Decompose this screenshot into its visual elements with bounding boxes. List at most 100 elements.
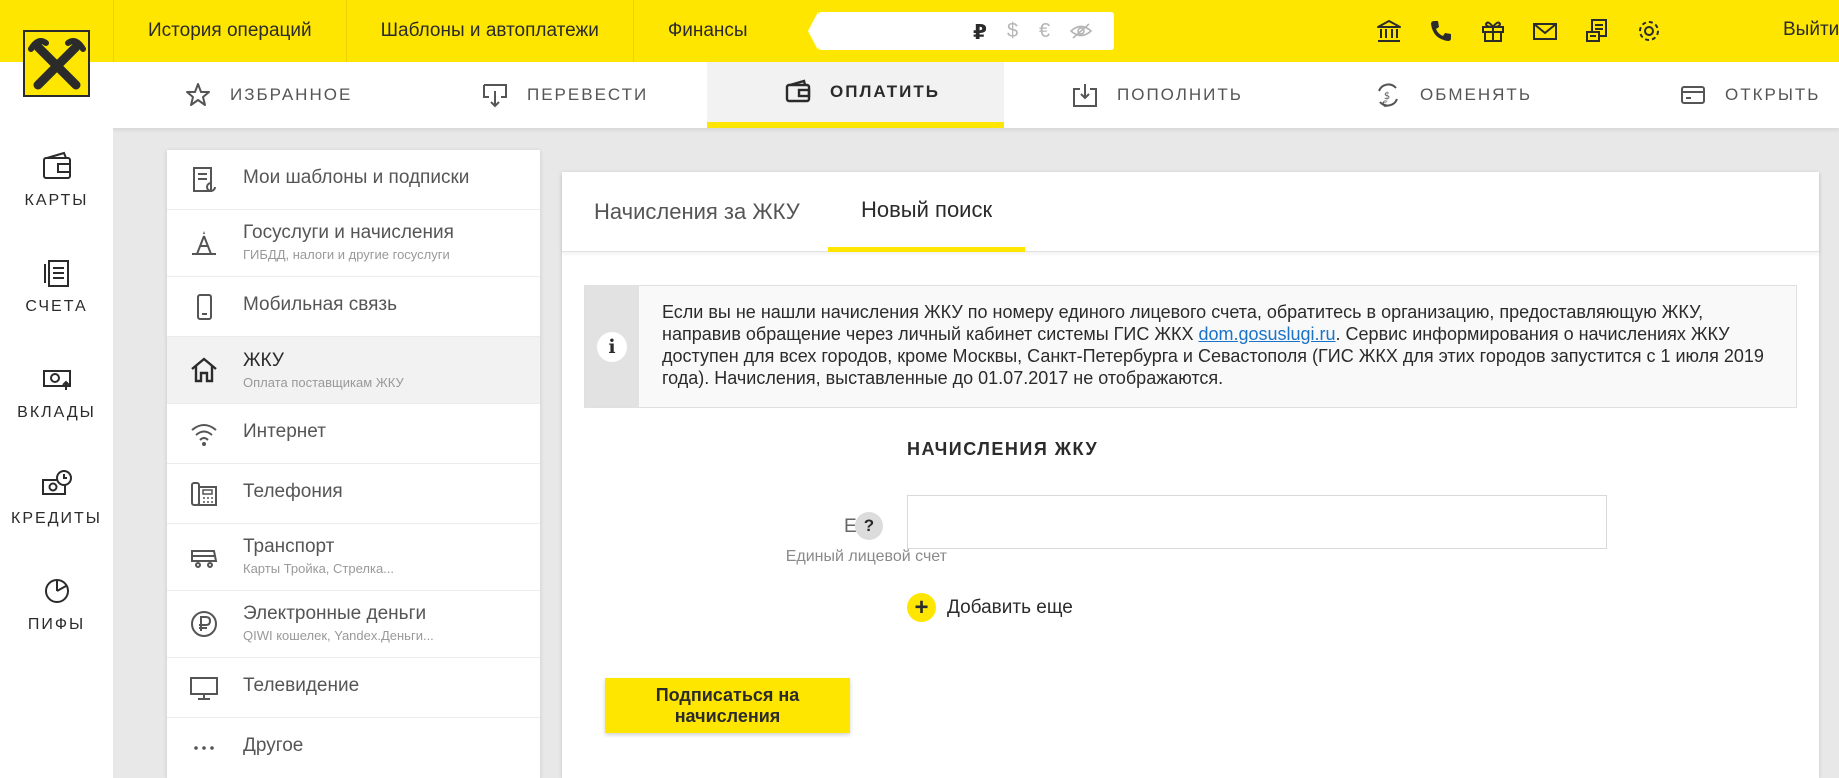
category-title: Госуслуги и начисления: [243, 222, 454, 243]
cards-icon: [42, 151, 71, 179]
category-transport[interactable]: Транспорт Карты Тройка, Стрелка...: [167, 524, 540, 591]
left-rail: КАРТЫ СЧЕТА ВКЛАДЫ КРЕДИТЫ ПИФЫ: [0, 128, 113, 778]
transfer-icon: [483, 84, 507, 108]
currency-rub[interactable]: ₽: [973, 20, 987, 45]
category-subtitle: ГИБДД, налоги и другие госуслуги: [243, 247, 450, 262]
rail-credits-label: КРЕДИТЫ: [11, 510, 102, 527]
mail-icon[interactable]: [1519, 0, 1571, 62]
credits-icon: [41, 470, 72, 495]
category-templates[interactable]: Мои шаблоны и подписки: [167, 150, 540, 210]
hide-balance-icon[interactable]: [1069, 22, 1093, 46]
tab-new-search[interactable]: Новый поиск: [828, 172, 1026, 252]
category-zhku[interactable]: ЖКУ Оплата поставщикам ЖКУ: [167, 337, 540, 404]
category-gosuslugi[interactable]: Госуслуги и начисления ГИБДД, налоги и др…: [167, 210, 540, 277]
action-open-label: ОТКРЫТЬ: [1725, 85, 1821, 104]
card-icon: [1681, 86, 1705, 104]
nav-finance[interactable]: Финансы: [632, 0, 782, 62]
zhku-tabs: Начисления за ЖКУ Новый поиск: [562, 172, 1819, 252]
phone-icon[interactable]: [1415, 0, 1467, 62]
action-transfer[interactable]: ПЕРЕВЕСТИ: [481, 62, 648, 128]
add-more-button[interactable]: + Добавить еще: [907, 593, 1073, 622]
gift-icon[interactable]: [1467, 0, 1519, 62]
train-icon: [191, 550, 218, 568]
category-title: Электронные деньги: [243, 603, 427, 624]
action-topup[interactable]: ПОПОЛНИТЬ: [1071, 62, 1243, 128]
category-title: Транспорт: [243, 536, 335, 557]
action-bar: ИЗБРАННОЕ ПЕРЕВЕСТИ ОПЛАТИТЬ ПОПОЛНИТЬ $…: [0, 62, 1839, 128]
more-dots-icon: [194, 746, 214, 750]
category-title: Интернет: [243, 421, 326, 442]
rail-deposits[interactable]: ВКЛАДЫ: [0, 362, 113, 422]
logout-link[interactable]: Выйти: [1783, 19, 1839, 41]
info-icon: i: [597, 331, 627, 362]
category-subtitle: QIWI кошелек, Yandex.Деньги...: [243, 628, 434, 643]
action-favorites[interactable]: ИЗБРАННОЕ: [184, 62, 352, 128]
rail-funds[interactable]: ПИФЫ: [0, 574, 113, 634]
gosuslugi-link[interactable]: dom.gosuslugi.ru: [1198, 324, 1335, 344]
action-favorites-label: ИЗБРАННОЕ: [230, 85, 353, 104]
documents-icon[interactable]: [1571, 0, 1623, 62]
action-exchange-label: ОБМЕНЯТЬ: [1420, 85, 1532, 104]
exchange-icon: $€: [1378, 83, 1398, 109]
gear-icon[interactable]: [1623, 0, 1675, 62]
tab-charges[interactable]: Начисления за ЖКУ: [594, 172, 800, 252]
currency-usd[interactable]: $: [1007, 20, 1018, 43]
logo[interactable]: [23, 30, 90, 97]
category-other[interactable]: Другое: [167, 718, 540, 778]
topup-icon: [1073, 84, 1097, 107]
deposits-icon: [42, 370, 71, 390]
bank-logo-icon: [27, 37, 86, 89]
help-icon[interactable]: ?: [855, 512, 883, 540]
landline-icon: [191, 482, 217, 506]
category-title: Другое: [243, 735, 304, 756]
subscribe-button[interactable]: Подписаться на начисления: [605, 678, 850, 733]
els-sublabel: Единый лицевой счет: [785, 548, 947, 565]
plus-icon: +: [907, 593, 936, 622]
rail-cards-label: КАРТЫ: [24, 192, 89, 209]
zhku-panel: Начисления за ЖКУ Новый поиск i Если вы …: [562, 172, 1819, 778]
category-emoney[interactable]: Электронные деньги QIWI кошелек, Yandex.Д…: [167, 591, 540, 658]
mobile-icon: [197, 294, 212, 320]
templates-icon: [193, 167, 216, 192]
category-title: Мои шаблоны и подписки: [243, 167, 470, 188]
info-notice: i Если вы не нашли начисления ЖКУ по ном…: [584, 285, 1797, 408]
action-topup-label: ПОПОЛНИТЬ: [1117, 85, 1243, 104]
pie-chart-icon: [44, 579, 69, 603]
els-input[interactable]: [907, 495, 1607, 549]
house-icon: [191, 357, 217, 383]
top-bar: История операций Шаблоны и автоплатежи Ф…: [0, 0, 1839, 62]
category-title: Телефония: [243, 481, 343, 502]
action-pay[interactable]: ОПЛАТИТЬ: [707, 62, 1004, 128]
action-pay-label: ОПЛАТИТЬ: [830, 82, 941, 101]
currency-eur[interactable]: €: [1039, 20, 1050, 43]
star-icon: [186, 83, 210, 106]
category-internet[interactable]: Интернет: [167, 404, 540, 464]
category-telephony[interactable]: Телефония: [167, 464, 540, 524]
action-open[interactable]: ОТКРЫТЬ: [1679, 62, 1820, 128]
section-title: НАЧИСЛЕНИЯ ЖКУ: [907, 439, 1099, 459]
accounts-icon: [43, 260, 69, 287]
category-title: Мобильная связь: [243, 294, 397, 315]
category-tv[interactable]: Телевидение: [167, 658, 540, 718]
ruble-coin-icon: [191, 611, 217, 637]
rail-cards[interactable]: КАРТЫ: [0, 150, 113, 210]
rail-accounts-label: СЧЕТА: [25, 298, 88, 315]
wallet-icon: [785, 79, 811, 103]
bank-icon[interactable]: [1363, 0, 1415, 62]
rail-credits[interactable]: КРЕДИТЫ: [0, 468, 113, 528]
top-icons: [1363, 0, 1675, 62]
add-more-label: Добавить еще: [947, 596, 1073, 618]
nav-history[interactable]: История операций: [113, 0, 346, 62]
rail-deposits-label: ВКЛАДЫ: [17, 404, 96, 421]
gov-icon: [192, 231, 216, 255]
info-text: Если вы не нашли начисления ЖКУ по номер…: [662, 301, 1780, 389]
nav-templates[interactable]: Шаблоны и автоплатежи: [345, 0, 633, 62]
rail-accounts[interactable]: СЧЕТА: [0, 256, 113, 316]
category-mobile[interactable]: Мобильная связь: [167, 277, 540, 337]
category-subtitle: Оплата поставщикам ЖКУ: [243, 375, 404, 390]
top-nav: История операций Шаблоны и автоплатежи Ф…: [113, 0, 782, 62]
info-strip: i: [585, 286, 639, 407]
rail-funds-label: ПИФЫ: [27, 616, 86, 633]
wifi-icon: [191, 424, 217, 446]
action-exchange[interactable]: $ € ОБМЕНЯТЬ: [1374, 62, 1532, 128]
